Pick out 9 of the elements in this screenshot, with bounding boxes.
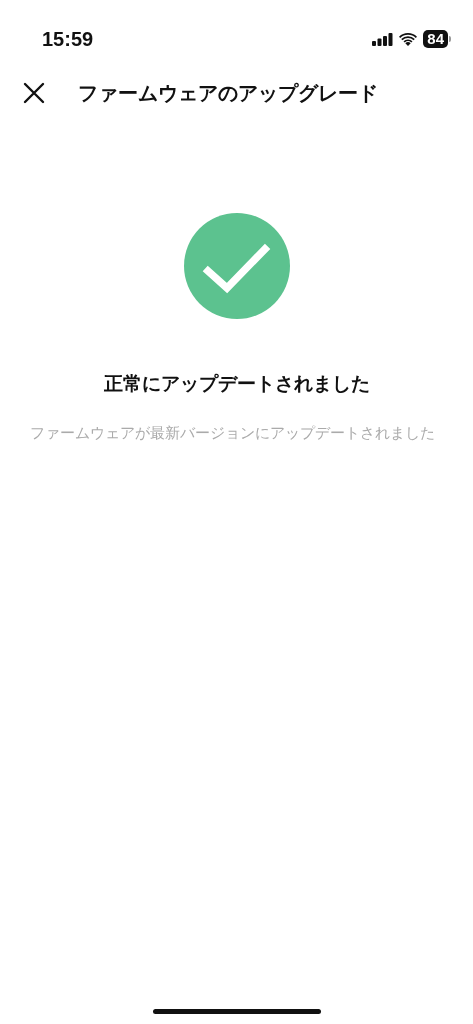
- result-title: 正常にアップデートされました: [103, 371, 370, 396]
- result-message: ファームウェアが最新バージョンにアップデートされました: [29, 424, 436, 443]
- status-time: 15:59: [42, 27, 94, 51]
- signal-icon: [372, 32, 394, 46]
- wifi-icon: [399, 32, 418, 46]
- checkmark-icon: [183, 213, 290, 319]
- battery-level: 84: [423, 30, 448, 48]
- close-button[interactable]: [23, 82, 45, 104]
- page-title: ファームウェアのアップグレード: [78, 79, 378, 107]
